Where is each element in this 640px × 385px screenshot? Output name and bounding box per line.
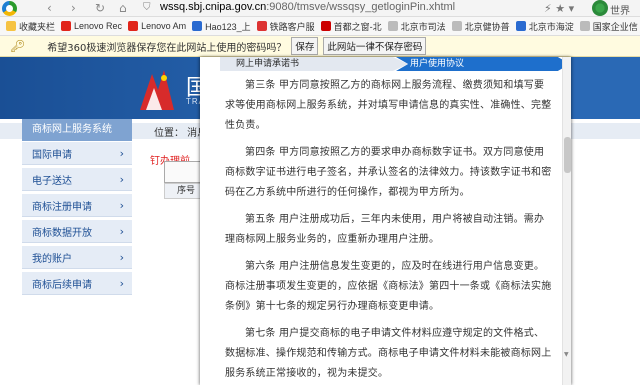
url-host: wssq.sbj.cnipa.gov.cn [160,1,267,13]
bookmark-label: 北京市海淀 [528,21,574,32]
url-path: :9080/tmsve/wssqsy_getloginPin.xhtml [266,1,456,13]
sidebar-item-label: 电子送达 [32,175,72,187]
password-prompt-text: 希望360极速浏览器保存您在此网站上使用的密码吗？ [47,42,287,54]
sidebar-item[interactable]: 商标数据开放 › [22,220,132,243]
password-save-bar: 🔑︎ 希望360极速浏览器保存您在此网站上使用的密码吗？ 保存 此网站一律不保存… [0,36,640,57]
bookmark-item[interactable]: 北京市海淀 [515,20,574,33]
agreement-modal: 网上申请承诺书 用户使用协议 第三条 甲方同意按照乙方的商标网上服务流程、缴费须… [200,57,571,385]
scroll-down-icon[interactable]: ▼ [564,351,569,358]
home-icon[interactable]: ⌂ [119,1,127,15]
scrollbar-thumb[interactable] [564,137,571,173]
sidebar-item-label: 国际申请 [32,149,72,161]
world-label[interactable]: 世界 [610,2,630,17]
bookmark-favicon-icon [387,21,398,31]
bookmark-label: Lenovo Rec [74,21,123,31]
bookmarks-bar: 收藏夹栏 Lenovo Rec Lenovo Am Hao123_上 铁路客户服 首都之窗… [0,17,640,36]
bookmark-label: 北京市司法 [400,21,446,32]
sidebar-item[interactable]: 国际申请 › [22,142,132,165]
bookmark-item[interactable]: 收藏夹栏 [6,20,55,33]
reload-icon[interactable]: ↻ [95,1,105,15]
bookmark-label: 铁路客户服 [269,21,315,32]
bookmark-item[interactable]: Lenovo Am [128,21,186,31]
bookmark-label: Lenovo Am [141,21,187,31]
agreement-paragraph: 第三条 甲方同意按照乙方的商标网上服务流程、缴费须知和填写要求等使用商标网上服务… [225,80,552,131]
agreement-paragraph: 第七条 用户提交商标的电子申请文件材料应遵守规定的文件格式、数据标准、操作规范和… [225,328,552,379]
bookmark-favicon-icon [128,21,139,31]
bookmark-favicon-icon [515,21,526,31]
sync-icon[interactable] [592,0,608,16]
bookmark-favicon-icon [579,21,590,31]
sidebar-item[interactable]: 我的账户 › [22,246,132,269]
sidebar-item-label: 商标注册申请 [32,201,92,213]
sidebar-item[interactable]: 商标注册申请 › [22,194,132,217]
table-header-index: 序号 [164,183,204,199]
bookmark-label: 国家企业信 [592,21,638,32]
agreement-body: 第三条 甲方同意按照乙方的商标网上服务流程、缴费须知和填写要求等使用商标网上服务… [225,76,553,385]
emblem-icon [140,70,174,110]
bookmark-favicon-icon [256,21,267,31]
url-input[interactable]: wssq.sbj.cnipa.gov.cn:9080/tmsve/wssqsy_… [160,1,455,13]
bookmark-label: 收藏夹栏 [19,21,56,32]
tab-user-agreement[interactable]: 用户使用协议 [396,57,570,71]
bookmark-label: Hao123_上 [205,21,251,32]
sidebar-item-label: 我的账户 [32,253,72,265]
address-bar-actions[interactable]: ⚡ ★ ▾ [544,2,574,15]
bookmark-favicon-icon [320,21,331,31]
table-frame [164,161,204,183]
bookmark-item[interactable]: 北京市司法 [387,20,446,33]
sidebar-item-label: 商标后续申请 [32,279,92,291]
chevron-right-icon: › [119,146,124,160]
never-save-password-button[interactable]: 此网站一律不保存密码 [323,37,427,55]
chevron-right-icon: › [119,224,124,238]
bookmark-item[interactable]: 铁路客户服 [256,20,315,33]
bookmark-item[interactable]: 首都之窗-北 [320,20,382,33]
back-icon[interactable]: ‹ [47,1,52,15]
bookmark-item[interactable]: 国家企业信 [579,20,638,33]
bookmark-item[interactable]: 北京健协普 [451,20,510,33]
tab-online-commitment[interactable]: 网上申请承诺书 [220,57,408,71]
browser-logo-icon[interactable] [2,1,17,16]
modal-tabs: 网上申请承诺书 用户使用协议 [200,57,571,73]
forward-icon[interactable]: › [71,1,76,15]
agreement-paragraph: 第四条 甲方同意按照乙方的要求申办商标数字证书。双方同意使用商标数字证书进行电子… [225,147,552,198]
sidebar-item[interactable]: 商标后续申请 › [22,272,132,295]
agreement-paragraph: 第五条 用户注册成功后，三年内未使用，用户将被自动注销。需办理商标网上服务业务的… [225,214,545,245]
modal-scrollbar[interactable]: ▼ [562,57,571,385]
address-bar: ‹ › ↻ ⌂ ⛉ wssq.sbj.cnipa.gov.cn:9080/tms… [0,0,640,17]
bookmark-favicon-icon [451,21,462,31]
sidebar-item[interactable]: 电子送达 › [22,168,132,191]
bookmark-favicon-icon [6,21,16,31]
save-password-button[interactable]: 保存 [291,37,319,55]
shield-icon[interactable]: ⛉ [143,2,151,13]
bookmark-label: 北京健协普 [464,21,510,32]
bookmark-item[interactable]: Lenovo Rec [61,21,122,31]
agreement-paragraph: 第六条 用户注册信息发生变更的，应及时在线进行用户信息变更。商标注册事项发生变更… [225,261,552,312]
key-icon: 🔑︎ [10,39,26,53]
bookmark-favicon-icon [61,21,72,31]
chevron-right-icon: › [119,250,124,264]
chevron-right-icon: › [119,172,124,186]
bookmark-item[interactable]: Hao123_上 [192,20,251,33]
bookmark-label: 首都之窗-北 [333,21,382,32]
bookmark-favicon-icon [192,21,203,31]
sidebar: 国际申请 › 电子送达 › 商标注册申请 › 商标数据开放 › 我的账户 › 商标后续申请 › [22,142,132,298]
chevron-right-icon: › [119,198,124,212]
sidebar-item-label: 商标数据开放 [32,227,92,239]
chevron-right-icon: › [119,276,124,290]
sidebar-title: 商标网上服务系统 [22,119,132,141]
